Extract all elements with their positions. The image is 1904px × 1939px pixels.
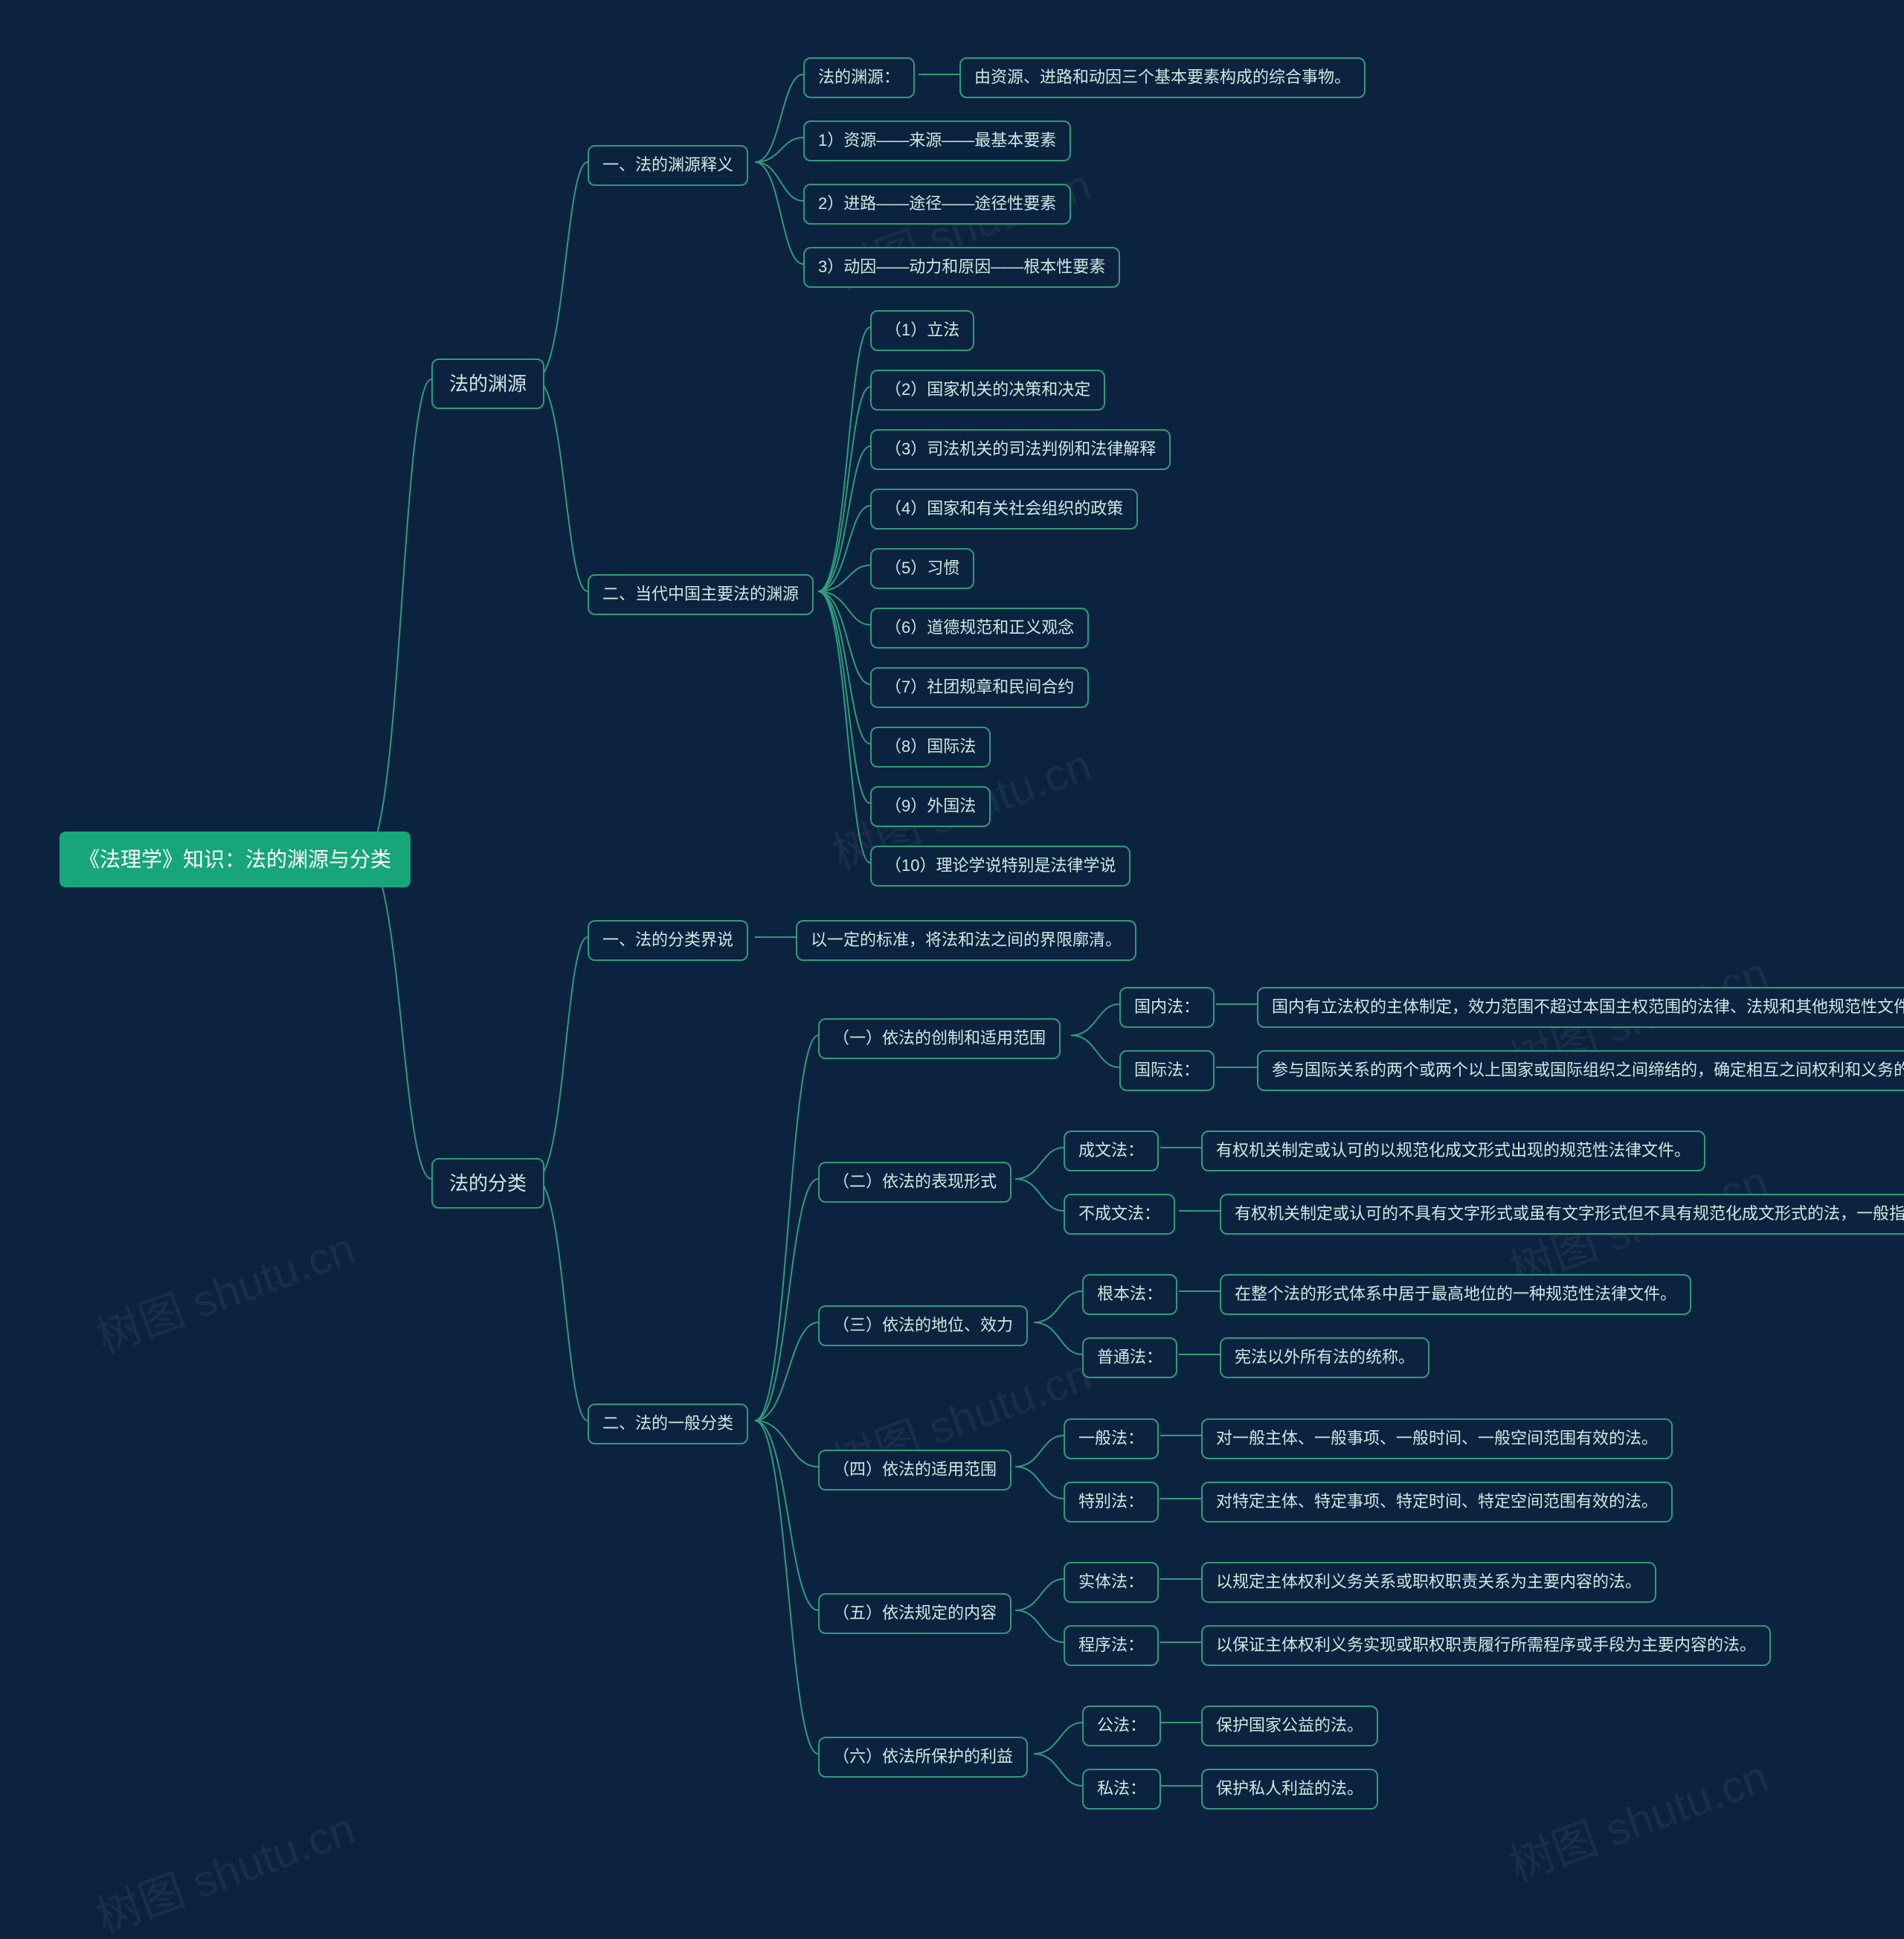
node-b2-2-5a[interactable]: 实体法： xyxy=(1064,1562,1159,1603)
node-b1-1-1[interactable]: 法的渊源： xyxy=(803,57,915,98)
node-b1-1-4[interactable]: 3）动因——动力和原因——根本性要素 xyxy=(803,247,1120,288)
node-b2-2-5[interactable]: （五）依法规定的内容 xyxy=(818,1593,1012,1634)
node-b1-2-4[interactable]: （4）国家和有关社会组织的政策 xyxy=(870,489,1138,530)
node-b2-2-3bd[interactable]: 宪法以外所有法的统称。 xyxy=(1220,1337,1429,1378)
node-b1-2-5[interactable]: （5）习惯 xyxy=(870,548,974,589)
root-node[interactable]: 《法理学》知识：法的渊源与分类 xyxy=(60,832,411,887)
node-b1-2-1[interactable]: （1）立法 xyxy=(870,310,974,351)
node-b1-2-2[interactable]: （2）国家机关的决策和决定 xyxy=(870,370,1105,411)
node-b2-2-4ad[interactable]: 对一般主体、一般事项、一般时间、一般空间范围有效的法。 xyxy=(1201,1418,1673,1459)
node-b1-2-6[interactable]: （6）道德规范和正义观念 xyxy=(870,608,1089,649)
node-b2-2-3a[interactable]: 根本法： xyxy=(1082,1274,1177,1315)
node-b1-2-3[interactable]: （3）司法机关的司法判例和法律解释 xyxy=(870,429,1171,470)
node-b1-2-8[interactable]: （8）国际法 xyxy=(870,727,991,768)
node-b2-2[interactable]: 二、法的一般分类 xyxy=(588,1403,748,1444)
node-b2-2-6b[interactable]: 私法： xyxy=(1082,1769,1161,1810)
watermark: 树图 shutu.cn xyxy=(1499,1740,1775,1894)
node-b2-1d[interactable]: 以一定的标准，将法和法之间的界限廓清。 xyxy=(796,920,1136,961)
node-b1-2-7[interactable]: （7）社团规章和民间合约 xyxy=(870,667,1089,708)
node-b2-1[interactable]: 一、法的分类界说 xyxy=(588,920,748,961)
node-b2-2-3[interactable]: （三）依法的地位、效力 xyxy=(818,1305,1028,1346)
node-b2-2-4b[interactable]: 特别法： xyxy=(1064,1482,1159,1522)
node-b2-2-4a[interactable]: 一般法： xyxy=(1064,1418,1159,1459)
node-b2-2-6bd[interactable]: 保护私人利益的法。 xyxy=(1201,1769,1378,1810)
node-b2-2-1ad[interactable]: 国内有立法权的主体制定，效力范围不超过本国主权范围的法律、法规和其他规范性文件。 xyxy=(1257,987,1904,1028)
node-b2-2-1b[interactable]: 国际法： xyxy=(1119,1050,1215,1091)
mindmap-canvas: 树图 shutu.cn 树图 shutu.cn 树图 shutu.cn 树图 s… xyxy=(0,0,1904,1939)
node-b2-2-2b[interactable]: 不成文法： xyxy=(1064,1194,1175,1235)
node-b2-2-2bd[interactable]: 有权机关制定或认可的不具有文字形式或虽有文字形式但不具有规范化成文形式的法，一般… xyxy=(1220,1194,1904,1235)
node-b1-2[interactable]: 二、当代中国主要法的渊源 xyxy=(588,574,814,615)
node-b2-2-6a[interactable]: 公法： xyxy=(1082,1705,1161,1746)
node-b1-1-3[interactable]: 2）进路——途径——途径性要素 xyxy=(803,184,1071,225)
node-b2-2-2ad[interactable]: 有权机关制定或认可的以规范化成文形式出现的规范性法律文件。 xyxy=(1201,1131,1705,1171)
node-b2-2-3b[interactable]: 普通法： xyxy=(1082,1337,1177,1378)
node-b2-2-1a[interactable]: 国内法： xyxy=(1119,987,1215,1028)
node-b2-2-5bd[interactable]: 以保证主体权利义务实现或职权职责履行所需程序或手段为主要内容的法。 xyxy=(1201,1625,1771,1666)
node-b2-2-5b[interactable]: 程序法： xyxy=(1064,1625,1159,1666)
node-b2-2-6[interactable]: （六）依法所保护的利益 xyxy=(818,1737,1028,1778)
node-b2-2-1[interactable]: （一）依法的创制和适用范围 xyxy=(818,1018,1061,1059)
node-b1-2-9[interactable]: （9）外国法 xyxy=(870,786,991,827)
node-b1-1[interactable]: 一、法的渊源释义 xyxy=(588,145,748,186)
node-b2-2-5ad[interactable]: 以规定主体权利义务关系或职权职责关系为主要内容的法。 xyxy=(1201,1562,1656,1603)
node-classification[interactable]: 法的分类 xyxy=(431,1158,544,1209)
node-b2-2-1bd[interactable]: 参与国际关系的两个或两个以上国家或国际组织之间缔结的，确定相互之间权利和义务的法… xyxy=(1257,1050,1904,1091)
node-b2-2-4[interactable]: （四）依法的适用范围 xyxy=(818,1450,1012,1491)
node-b1-1-2[interactable]: 1）资源——来源——最基本要素 xyxy=(803,120,1071,161)
watermark: 树图 shutu.cn xyxy=(86,1212,362,1366)
node-b2-2-2a[interactable]: 成文法： xyxy=(1064,1131,1159,1171)
node-b2-2-4bd[interactable]: 对特定主体、特定事项、特定时间、特定空间范围有效的法。 xyxy=(1201,1482,1673,1522)
node-b2-2-2[interactable]: （二）依法的表现形式 xyxy=(818,1162,1012,1203)
node-b1-2-10[interactable]: （10）理论学说特别是法律学说 xyxy=(870,846,1130,887)
node-b2-2-3ad[interactable]: 在整个法的形式体系中居于最高地位的一种规范性法律文件。 xyxy=(1220,1274,1691,1315)
node-b2-2-6ad[interactable]: 保护国家公益的法。 xyxy=(1201,1705,1378,1746)
watermark: 树图 shutu.cn xyxy=(86,1792,362,1939)
node-sources[interactable]: 法的渊源 xyxy=(431,358,544,409)
node-b1-1-1d[interactable]: 由资源、进路和动因三个基本要素构成的综合事物。 xyxy=(959,57,1366,98)
